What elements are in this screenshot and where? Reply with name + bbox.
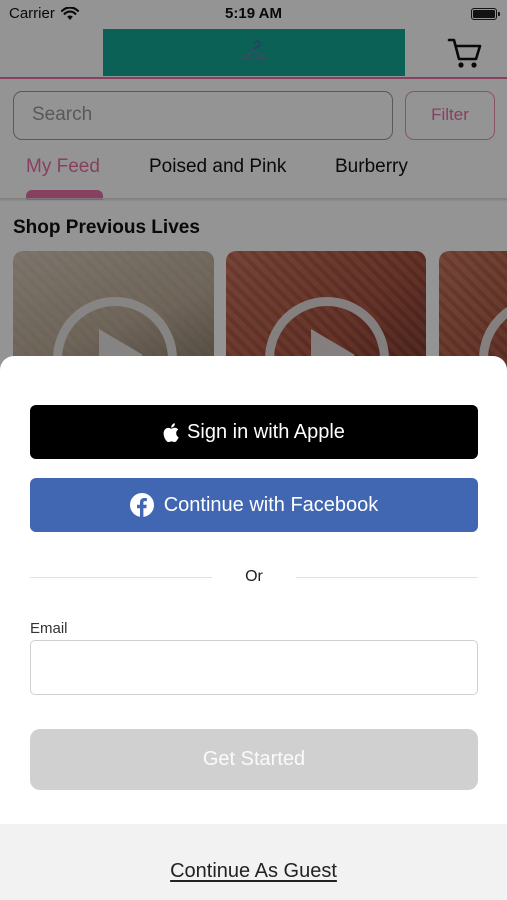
facebook-button-label: Continue with Facebook: [163, 493, 379, 516]
email-field[interactable]: [30, 640, 478, 695]
sign-in-sheet: Sign in with Apple Continue with Faceboo…: [0, 356, 507, 900]
apple-button-label: Sign in with Apple: [187, 420, 345, 443]
facebook-icon: [129, 493, 154, 517]
apple-icon: [163, 422, 179, 442]
email-label: Email: [30, 620, 68, 637]
guest-footer: Continue As Guest: [0, 824, 507, 900]
continue-with-facebook-button[interactable]: Continue with Facebook: [30, 478, 478, 532]
sign-in-with-apple-button[interactable]: Sign in with Apple: [30, 405, 478, 459]
continue-as-guest-link[interactable]: Continue As Guest: [0, 860, 507, 883]
divider-line: [296, 577, 478, 578]
get-started-button[interactable]: Get Started: [30, 729, 478, 790]
or-divider: Or: [30, 566, 478, 590]
